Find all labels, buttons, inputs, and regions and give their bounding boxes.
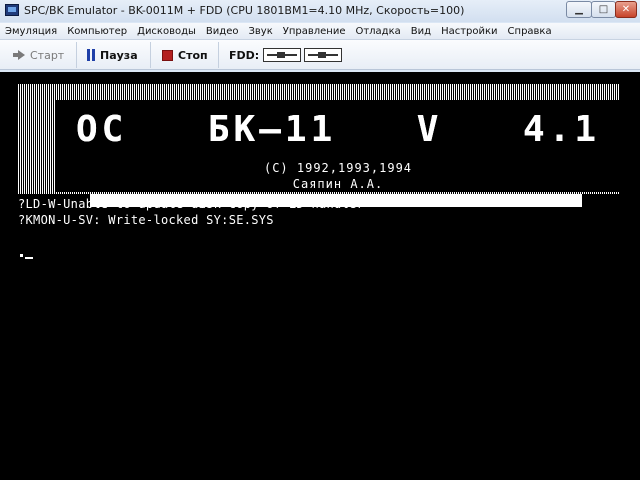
- banner-frame: ОС БК—11 V 4.1 (C) 1992,1993,1994 Саяпин…: [18, 84, 620, 207]
- monitor-prompt: [20, 254, 23, 257]
- banner-title-bk: БК—11: [207, 108, 337, 150]
- menu-settings[interactable]: Настройки: [436, 26, 502, 37]
- stop-icon: [162, 49, 173, 61]
- minimize-icon: ▁: [575, 4, 583, 15]
- banner-title-v: V: [416, 108, 443, 150]
- banner-title-version: 4.1: [522, 108, 600, 150]
- toolbar: Старт Пауза Стоп FDD:: [0, 40, 640, 70]
- maximize-button[interactable]: □: [591, 1, 616, 18]
- banner-title-os: ОС: [76, 108, 128, 150]
- emulator-screen[interactable]: ОС БК—11 V 4.1 (C) 1992,1993,1994 Саяпин…: [0, 72, 640, 480]
- stop-label: Стоп: [178, 48, 208, 62]
- menu-computer[interactable]: Компьютер: [62, 26, 132, 37]
- menu-video[interactable]: Видео: [201, 26, 244, 37]
- banner-title: ОС БК—11 V 4.1: [56, 104, 620, 154]
- close-icon: ✕: [621, 4, 631, 15]
- toolbar-separator: [76, 42, 77, 68]
- terminal-line: ?LD-W-Unable to update disk copy of LD h…: [18, 197, 365, 211]
- floppy-drive-b-icon[interactable]: [304, 48, 342, 62]
- menu-debug[interactable]: Отладка: [350, 26, 405, 37]
- close-button[interactable]: ✕: [615, 1, 637, 18]
- pause-label: Пауза: [100, 48, 138, 62]
- menu-drives[interactable]: Дисководы: [132, 26, 201, 37]
- minimize-button[interactable]: ▁: [566, 1, 592, 18]
- menu-sound[interactable]: Звук: [243, 26, 277, 37]
- stop-button[interactable]: Стоп: [162, 44, 208, 66]
- menu-bar: Эмуляция Компьютер Дисководы Видео Звук …: [0, 23, 640, 40]
- fdd-label: FDD:: [229, 49, 260, 62]
- menu-control[interactable]: Управление: [278, 26, 351, 37]
- toolbar-separator: [218, 42, 219, 68]
- terminal-line: ?KMON-U-SV: Write-locked SY:SE.SYS: [18, 213, 274, 227]
- banner-author: Саяпин А.А.: [292, 177, 384, 191]
- play-arrow-icon: [13, 50, 25, 60]
- pause-button[interactable]: Пауза: [87, 44, 138, 66]
- menu-emulation[interactable]: Эмуляция: [0, 26, 62, 37]
- start-button[interactable]: Старт: [8, 44, 64, 66]
- floppy-drive-a-icon[interactable]: [263, 48, 301, 62]
- pause-icon: [87, 49, 95, 61]
- start-label: Старт: [30, 48, 65, 62]
- title-bar[interactable]: SPC/BK Emulator - BK-0011M + FDD (CPU 18…: [0, 0, 640, 22]
- window-title: SPC/BK Emulator - BK-0011M + FDD (CPU 18…: [24, 4, 465, 17]
- text-cursor: [25, 257, 33, 259]
- toolbar-separator: [150, 42, 151, 68]
- app-icon: [5, 4, 19, 16]
- banner-copyright: (C) 1992,1993,1994: [263, 161, 413, 175]
- emulator-window: SPC/BK Emulator - BK-0011M + FDD (CPU 18…: [0, 0, 640, 480]
- menu-help[interactable]: Справка: [503, 26, 557, 37]
- maximize-icon: □: [598, 4, 609, 15]
- menu-view[interactable]: Вид: [406, 26, 436, 37]
